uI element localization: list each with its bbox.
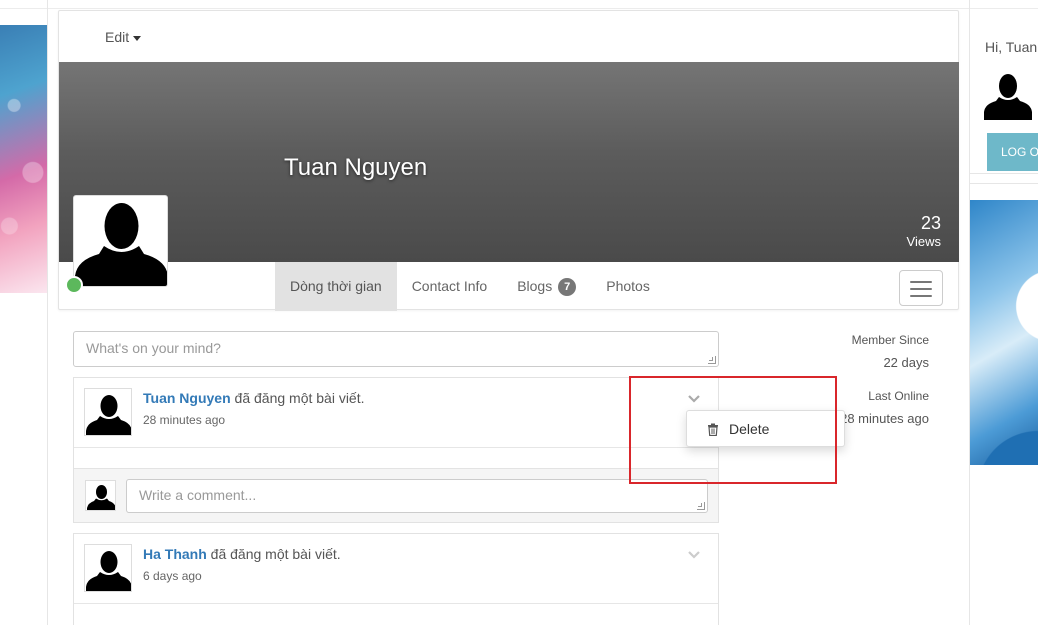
sidebar-user-avatar[interactable] [983,70,1033,120]
post-author-avatar[interactable] [84,544,132,592]
chevron-down-icon[interactable] [687,548,701,562]
member-since-block: Member Since 22 days [852,333,929,370]
post-author-link[interactable]: Ha Thanh [143,546,207,562]
cover-photo: Tuan Nguyen 23 Views [59,62,959,262]
sidebar-divider [970,173,1038,174]
right-banner-image [970,200,1038,465]
post-header: Ha Thanh đã đăng một bài viết. 6 days ag… [74,534,718,603]
tab-label: Contact Info [411,278,488,294]
views-label: Views [906,234,941,249]
top-divider [0,8,1038,9]
comment-placeholder: Write a comment... [139,487,257,503]
post-header: Tuan Nguyen đã đăng một bài viết. 28 min… [74,378,718,447]
tab-blogs[interactable]: Blogs 7 [502,262,591,311]
user-silhouette-icon [86,395,131,435]
commenter-avatar [85,480,116,511]
tab-photos[interactable]: Photos [591,262,665,311]
blogs-count-badge: 7 [558,278,577,297]
edit-label: Edit [105,29,130,45]
resize-handle-icon[interactable] [708,356,716,364]
user-silhouette-icon [984,74,1032,120]
post-divider [74,447,718,468]
status-placeholder: What's on your mind? [86,340,221,356]
post-author-link[interactable]: Tuan Nguyen [143,390,231,406]
user-silhouette-icon [86,551,131,591]
post-action-text: đã đăng một bài viết. [230,390,365,406]
caret-down-icon [133,35,142,41]
feed-post: Ha Thanh đã đăng một bài viết. 6 days ag… [73,533,719,625]
post-divider [74,603,718,624]
resize-handle-icon[interactable] [697,502,705,510]
status-input[interactable]: What's on your mind? [73,331,719,367]
user-silhouette-icon [87,485,115,510]
views-count: 23 [920,213,941,233]
menu-icon-bar [910,288,932,290]
tab-label: Dòng thời gian [290,278,382,294]
sidebar-divider [970,183,1038,184]
comment-area: Write a comment... [74,468,718,522]
profile-card: Edit Tuan Nguyen 23 Views Dòng thời gian… [58,10,959,311]
member-since-label: Member Since [851,333,929,347]
page: Edit Tuan Nguyen 23 Views Dòng thời gian… [0,0,1038,625]
post-timestamp: 6 days ago [143,569,202,583]
left-banner-image [0,25,47,293]
tab-label: Photos [606,278,650,294]
post-author-line: Tuan Nguyen đã đăng một bài viết. [143,390,365,406]
tab-label: Blogs [517,278,553,294]
post-action-text: đã đăng một bài viết. [206,546,341,562]
post-author-line: Ha Thanh đã đăng một bài viết. [143,546,341,562]
tab-contact-info[interactable]: Contact Info [397,262,503,311]
menu-toggle-button[interactable] [899,270,943,306]
user-greeting: Hi, Tuan [985,39,1038,55]
profile-avatar[interactable] [73,195,168,287]
tab-timeline[interactable]: Dòng thời gian [275,262,397,311]
views-counter: 23 Views [907,212,941,249]
post-author-avatar[interactable] [84,388,132,436]
edit-dropdown[interactable]: Edit [105,29,142,45]
logout-button[interactable]: LOG OUT [987,133,1038,171]
profile-tabs: Dòng thời gian Contact Info Blogs 7 Phot… [275,262,665,311]
profile-name: Tuan Nguyen [284,154,428,181]
highlight-annotation-box [629,376,837,484]
post-timestamp: 28 minutes ago [143,413,226,427]
left-divider [47,0,48,625]
last-online-label: Last Online [868,389,929,403]
menu-icon-bar [910,295,932,297]
last-online-block: Last Online 28 minutes ago [840,389,929,426]
last-online-value: 28 minutes ago [840,411,929,426]
comment-input[interactable]: Write a comment... [126,479,708,513]
online-status-indicator [65,276,83,294]
feed-post: Tuan Nguyen đã đăng một bài viết. 28 min… [73,377,719,523]
user-silhouette-icon [75,203,167,286]
member-since-value: 22 days [883,355,929,370]
menu-icon [910,281,932,283]
